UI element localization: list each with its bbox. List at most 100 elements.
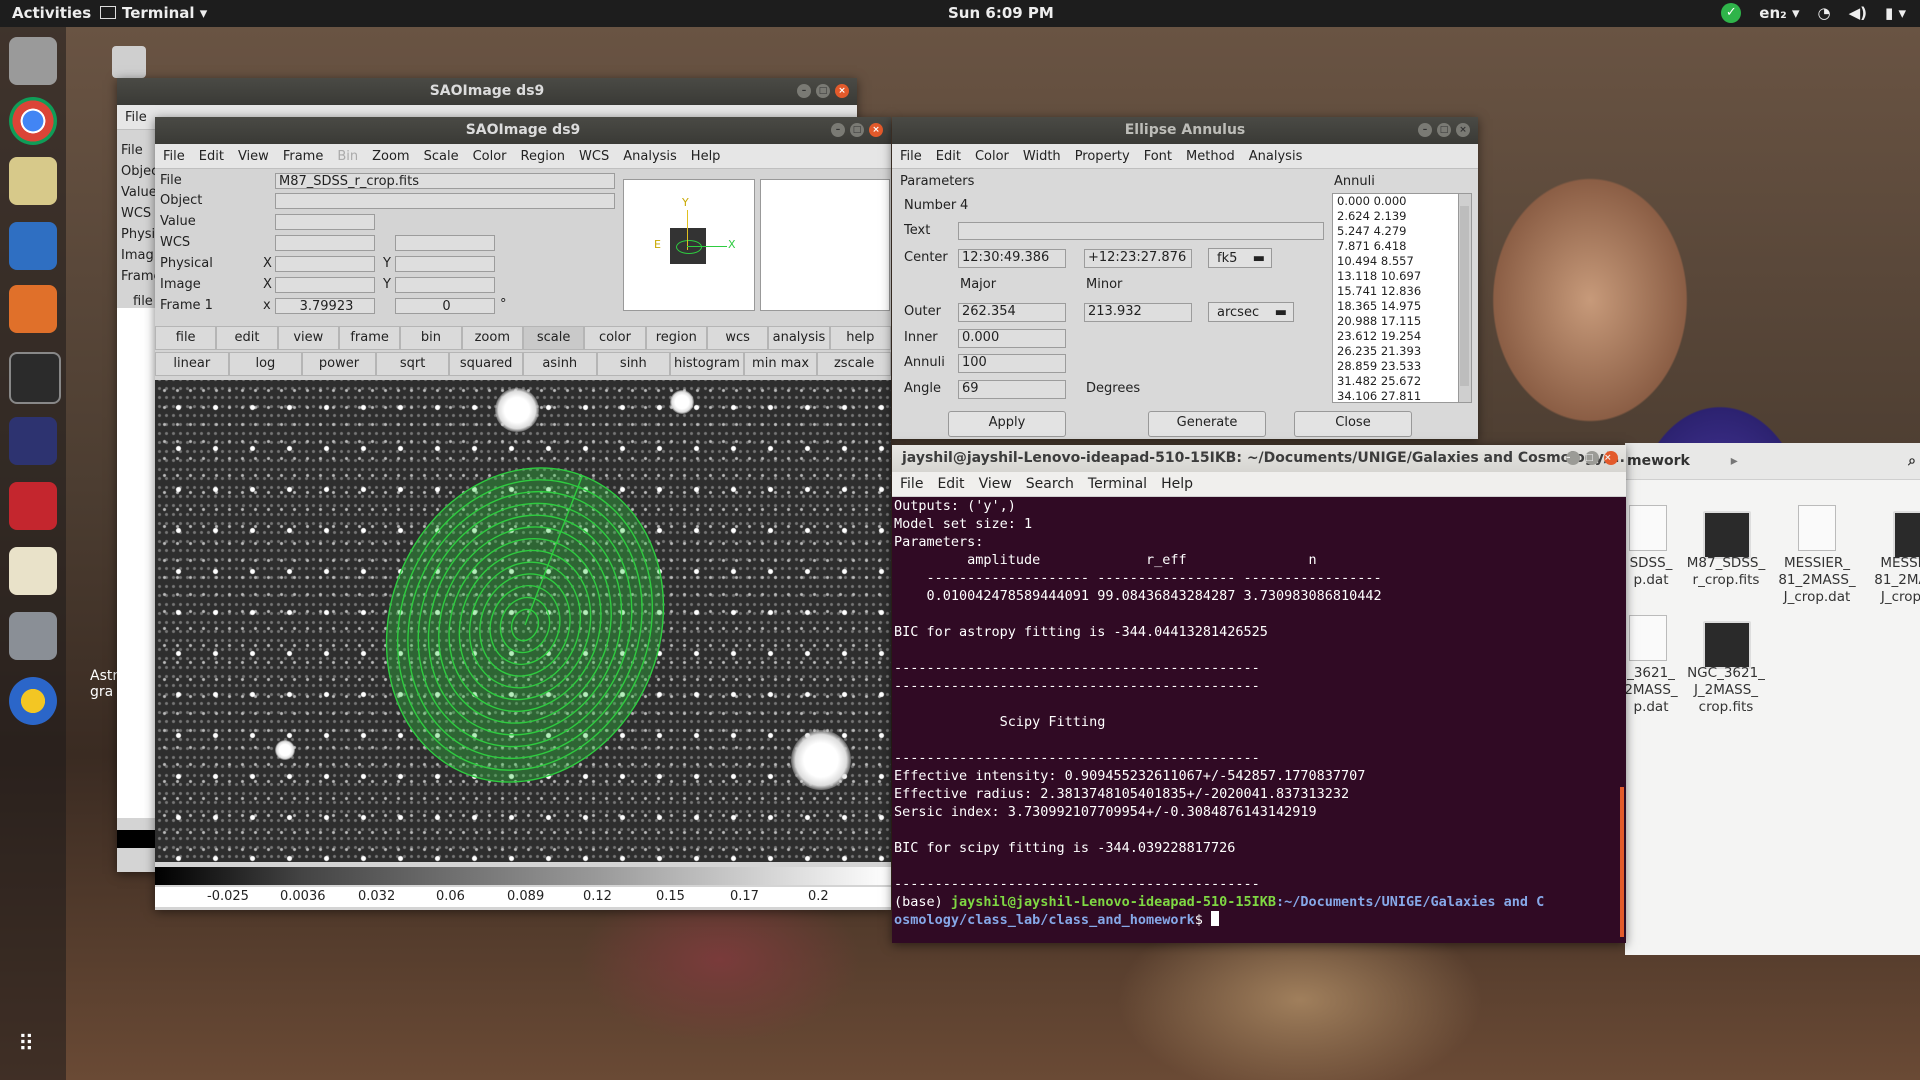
maximize-button[interactable]: □ [816, 84, 830, 98]
chrome-icon[interactable] [9, 97, 57, 145]
menu-edit[interactable]: Edit [936, 149, 961, 164]
btn-help[interactable]: help [829, 326, 891, 350]
image-display[interactable] [155, 380, 891, 862]
file-name[interactable]: MESSIER_ 81_2MASS_ J_crop.dat [1765, 555, 1869, 606]
btn-file[interactable]: file [155, 326, 217, 350]
menu-width[interactable]: Width [1023, 149, 1061, 164]
menu-edit[interactable]: Edit [199, 149, 224, 164]
search-icon[interactable]: ⌕ [1908, 443, 1916, 479]
generate-button[interactable]: Generate [1148, 411, 1266, 437]
ds9-titlebar[interactable]: SAOImage ds9 – □ × [155, 117, 891, 144]
show-apps-icon[interactable]: ⠿ [18, 1032, 34, 1057]
menu-frame[interactable]: Frame [283, 149, 324, 164]
btn-histogram[interactable]: histogram [670, 352, 744, 376]
menu-file[interactable]: File [900, 476, 923, 492]
menu-zoom[interactable]: Zoom [372, 149, 409, 164]
terminal-output[interactable]: Outputs: ('y',) Model set size: 1 Parame… [892, 497, 1626, 943]
file-name[interactable]: M87_SDSS_ r_crop.fits [1673, 555, 1779, 589]
center-dec-input[interactable]: +12:23:27.876 [1084, 249, 1192, 268]
fits-file-icon[interactable] [1703, 511, 1751, 559]
writer-icon[interactable] [9, 222, 57, 270]
menu-file[interactable]: File [125, 110, 147, 125]
menu-help[interactable]: Help [691, 149, 721, 164]
menu-method[interactable]: Method [1186, 149, 1235, 164]
terminal-dock-icon[interactable] [9, 352, 61, 404]
text-editor-icon[interactable] [9, 547, 57, 595]
btn-zoom[interactable]: zoom [461, 326, 523, 350]
angle-input[interactable]: 69 [958, 380, 1066, 399]
close-button[interactable]: × [869, 123, 883, 137]
btn-analysis[interactable]: analysis [768, 326, 830, 350]
trash-icon[interactable] [112, 46, 146, 78]
astronomy-app-icon[interactable] [9, 677, 57, 725]
close-button[interactable]: × [1604, 451, 1618, 465]
maximize-button[interactable]: □ [850, 123, 864, 137]
app-menu[interactable]: Terminal ▾ [100, 4, 207, 22]
update-check-icon[interactable]: ✓ [1721, 3, 1742, 23]
btn-color[interactable]: color [584, 326, 646, 350]
settings-icon[interactable] [9, 612, 57, 660]
files-icon[interactable] [9, 37, 57, 85]
file-name[interactable]: NGC_3621_ J_2MASS_ crop.fits [1673, 665, 1779, 716]
file-name[interactable]: MESSI 81_2MA J_crop [1871, 555, 1920, 606]
annuli-list[interactable]: 0.000 0.000 2.624 2.139 5.247 4.279 7.87… [1332, 193, 1464, 403]
clock[interactable]: Sun 6:09 PM [948, 4, 1054, 22]
menu-property[interactable]: Property [1075, 149, 1130, 164]
battery-icon[interactable]: ▮ ▾ [1885, 4, 1906, 22]
file-icon[interactable] [1629, 615, 1667, 661]
btn-edit[interactable]: edit [216, 326, 278, 350]
file-icon[interactable] [1798, 505, 1836, 551]
minimize-button[interactable]: – [797, 84, 811, 98]
terminal-scrollbar[interactable] [1620, 787, 1624, 937]
annuli-count-input[interactable]: 100 [958, 354, 1066, 373]
desktop-item-label[interactable]: Astr gra [90, 668, 118, 700]
wifi-icon[interactable]: ◔ [1817, 4, 1830, 22]
menu-color[interactable]: Color [473, 149, 507, 164]
outer-major-input[interactable]: 262.354 [958, 303, 1066, 322]
btn-squared[interactable]: squared [449, 352, 523, 376]
fits-file-icon[interactable] [1893, 511, 1920, 559]
language-indicator[interactable]: en₂ ▾ [1759, 4, 1799, 22]
btn-wcs[interactable]: wcs [706, 326, 769, 350]
ellipse-annulus-region[interactable] [155, 380, 891, 862]
mendeley-icon[interactable] [9, 482, 57, 530]
btn-minmax[interactable]: min max [743, 352, 818, 376]
menu-search[interactable]: Search [1026, 476, 1074, 492]
software-center-icon[interactable] [9, 285, 57, 333]
fits-file-icon[interactable] [1703, 621, 1751, 669]
close-button[interactable]: × [835, 84, 849, 98]
scrollbar-thumb[interactable] [1460, 206, 1469, 386]
close-button[interactable]: × [1456, 123, 1470, 137]
center-system-dropdown[interactable]: fk5 ▬ [1208, 248, 1272, 268]
btn-view[interactable]: view [277, 326, 339, 350]
file-name[interactable]: _3621_ 2MASS_ p.dat [1623, 665, 1679, 716]
menu-scale[interactable]: Scale [424, 149, 459, 164]
btn-asinh[interactable]: asinh [522, 352, 597, 376]
center-ra-input[interactable]: 12:30:49.386 [958, 249, 1066, 268]
menu-help[interactable]: Help [1161, 476, 1193, 492]
stellarium-icon[interactable] [9, 417, 57, 465]
menu-wcs[interactable]: WCS [579, 149, 609, 164]
menu-region[interactable]: Region [521, 149, 566, 164]
menu-bin[interactable]: Bin [337, 149, 358, 164]
btn-bin[interactable]: bin [400, 326, 462, 350]
btn-region[interactable]: region [645, 326, 707, 350]
minimize-button[interactable]: – [1418, 123, 1432, 137]
menu-font[interactable]: Font [1144, 149, 1172, 164]
btn-scale[interactable]: scale [522, 326, 585, 350]
menu-edit[interactable]: Edit [937, 476, 964, 492]
close-dialog-button[interactable]: Close [1294, 411, 1412, 437]
btn-power[interactable]: power [302, 352, 376, 376]
colorbar[interactable] [155, 867, 891, 885]
menu-color[interactable]: Color [975, 149, 1009, 164]
outer-minor-input[interactable]: 213.932 [1084, 303, 1192, 322]
path-segment[interactable]: mework [1627, 453, 1690, 469]
btn-linear[interactable]: linear [155, 352, 229, 376]
file-name[interactable]: SDSS_ p.dat [1623, 555, 1679, 589]
menu-view[interactable]: View [238, 149, 269, 164]
path-forward-icon[interactable]: ▸ [1731, 453, 1738, 469]
text-input[interactable] [958, 222, 1324, 240]
file-icon[interactable] [1629, 505, 1667, 551]
btn-sqrt[interactable]: sqrt [375, 352, 450, 376]
minimize-button[interactable]: – [1566, 451, 1580, 465]
